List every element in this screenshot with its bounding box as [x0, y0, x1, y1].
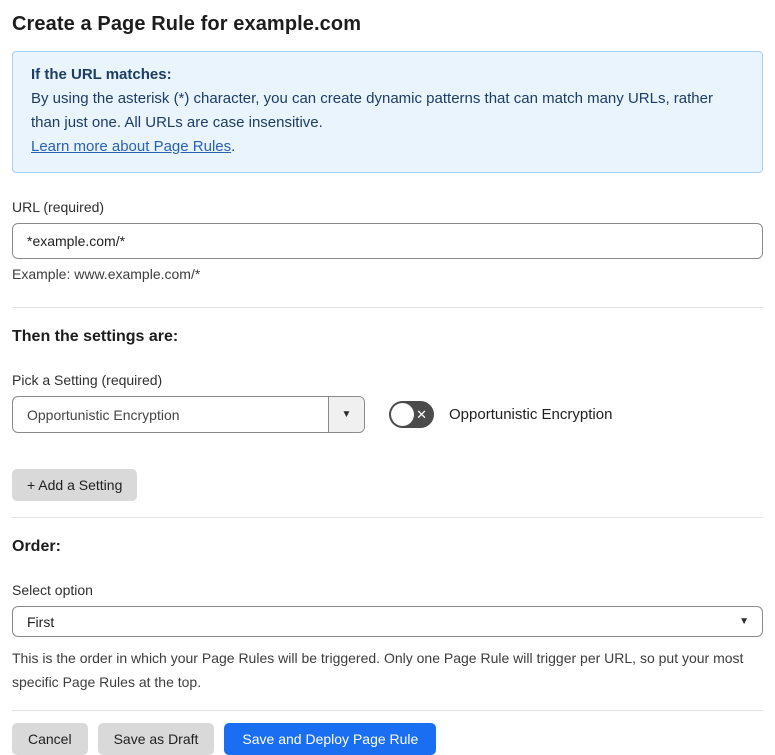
order-select-label: Select option — [12, 582, 93, 598]
chevron-down-icon: ▼ — [739, 615, 749, 627]
page-rule-form: Create a Page Rule for example.com If th… — [0, 13, 775, 755]
info-box-link-line: Learn more about Page Rules. — [31, 135, 744, 159]
divider — [12, 710, 763, 711]
toggle-knob — [391, 403, 414, 426]
toggle-label: Opportunistic Encryption — [449, 406, 613, 423]
divider — [12, 307, 763, 308]
cancel-button[interactable]: Cancel — [12, 723, 88, 755]
order-select-value: First — [27, 613, 55, 630]
order-helper-text: This is the order in which your Page Rul… — [12, 650, 744, 690]
url-field-label: URL (required) — [12, 199, 105, 215]
url-example-helper: Example: www.example.com/* — [12, 266, 201, 282]
learn-more-link[interactable]: Learn more about Page Rules — [31, 138, 231, 155]
save-as-draft-button[interactable]: Save as Draft — [97, 723, 215, 755]
setting-select-value: Opportunistic Encryption — [27, 406, 180, 423]
add-setting-button[interactable]: + Add a Setting — [12, 469, 138, 501]
divider — [12, 517, 763, 518]
setting-row: Opportunistic Encryption ▼ ✕ Opportunist… — [12, 396, 763, 433]
order-select[interactable]: First ▼ — [12, 606, 763, 637]
chevron-down-icon: ▼ — [341, 408, 352, 420]
url-input[interactable] — [12, 223, 763, 259]
save-and-deploy-button[interactable]: Save and Deploy Page Rule — [224, 723, 437, 755]
opportunistic-encryption-toggle[interactable]: ✕ — [389, 401, 434, 428]
toggle-off-x-icon: ✕ — [416, 406, 427, 422]
form-actions: Cancel Save as Draft Save and Deploy Pag… — [12, 723, 763, 755]
order-section-heading: Order: — [12, 538, 61, 555]
page-title: Create a Page Rule for example.com — [12, 13, 362, 35]
link-suffix: . — [231, 138, 236, 155]
info-box-body: By using the asterisk (*) character, you… — [31, 90, 713, 131]
url-matches-info-box: If the URL matches: By using the asteris… — [12, 51, 763, 173]
setting-select-button[interactable]: ▼ — [328, 397, 364, 432]
setting-select[interactable]: Opportunistic Encryption ▼ — [12, 396, 365, 433]
settings-section-heading: Then the settings are: — [12, 328, 179, 345]
pick-setting-label: Pick a Setting (required) — [12, 372, 163, 388]
info-box-heading: If the URL matches: — [31, 66, 172, 83]
